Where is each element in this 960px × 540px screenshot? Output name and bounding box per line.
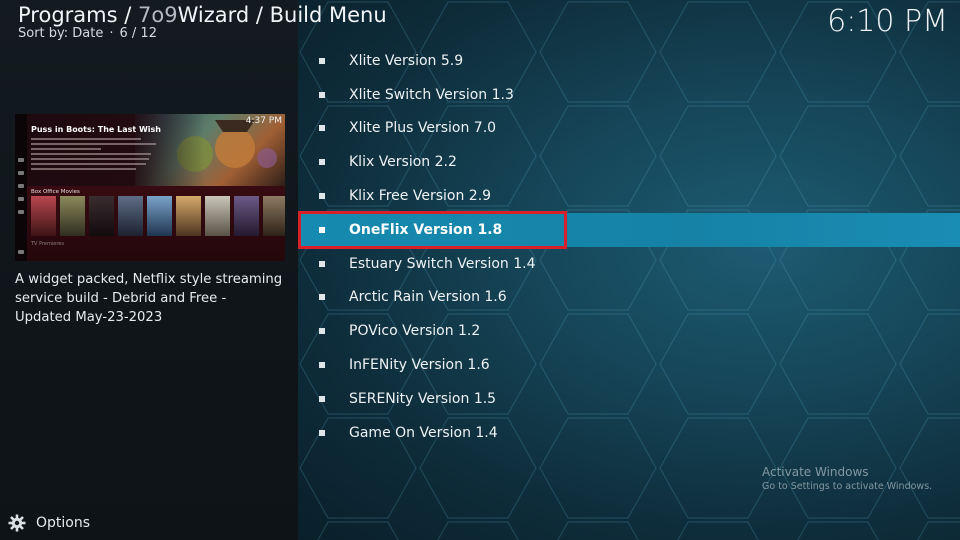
bullet-icon: [319, 57, 325, 64]
build-list: Xlite Version 5.9 Xlite Switch Version 1…: [298, 44, 960, 450]
thumbnail-title: Puss in Boots: The Last Wish: [31, 125, 162, 134]
build-item-oneflix[interactable]: OneFlix Version 1.8: [298, 210, 960, 249]
thumbnail-text-lines: [31, 138, 156, 173]
build-item-label: Game On Version 1.4: [349, 424, 498, 441]
thumbnail-sidebar: [15, 114, 27, 261]
build-item-klix[interactable]: Klix Version 2.2: [298, 145, 960, 179]
build-preview-thumbnail: Puss in Boots: The Last Wish 4:37 PM Box…: [15, 114, 285, 261]
thumbnail-poster-row: [31, 196, 285, 236]
build-item-label: Arctic Rain Version 1.6: [349, 289, 507, 306]
options-button[interactable]: Options: [8, 514, 90, 532]
item-position: 6 / 12: [119, 26, 157, 41]
bullet-icon: [319, 429, 325, 436]
thumbnail-section-title: Box Office Movies: [31, 189, 80, 195]
bullet-icon: [319, 362, 325, 369]
build-item-label: Estuary Switch Version 1.4: [349, 255, 536, 272]
breadcrumb-prefix: Programs /: [18, 3, 132, 27]
sort-label: Sort by: Date: [18, 26, 104, 41]
sort-info: Sort by: Date · 6 / 12: [18, 26, 157, 41]
breadcrumb-suffix: Wizard / Build Menu: [177, 3, 387, 27]
bullet-icon: [319, 91, 325, 98]
thumbnail-clock: 4:37 PM: [245, 116, 282, 126]
kodi-screen: Programs / 7o9Wizard / Build Menu Sort b…: [0, 0, 960, 540]
build-item-klix-free[interactable]: Klix Free Version 2.9: [298, 179, 960, 213]
bullet-icon: [319, 395, 325, 402]
build-item-label: Xlite Switch Version 1.3: [349, 86, 514, 103]
build-item-label: POVico Version 1.2: [349, 323, 481, 340]
build-item-label: Klix Version 2.2: [349, 154, 457, 171]
build-item-infenity[interactable]: InFENity Version 1.6: [298, 348, 960, 382]
build-item-xlite[interactable]: Xlite Version 5.9: [298, 44, 960, 78]
build-item-xlite-switch[interactable]: Xlite Switch Version 1.3: [298, 78, 960, 112]
bullet-icon: [319, 260, 325, 267]
build-item-xlite-plus[interactable]: Xlite Plus Version 7.0: [298, 112, 960, 146]
bullet-icon: [319, 193, 325, 200]
build-item-label: SERENity Version 1.5: [349, 390, 497, 407]
build-item-povico[interactable]: POVico Version 1.2: [298, 314, 960, 348]
breadcrumb-addon: 7o9: [137, 3, 178, 27]
watermark-subtitle: Go to Settings to activate Windows.: [762, 481, 933, 492]
bullet-icon: [319, 125, 325, 132]
build-item-arctic-rain[interactable]: Arctic Rain Version 1.6: [298, 281, 960, 315]
build-item-game-on[interactable]: Game On Version 1.4: [298, 416, 960, 450]
build-item-serenity[interactable]: SERENity Version 1.5: [298, 382, 960, 416]
bullet-icon: [319, 294, 325, 301]
page-title: Programs / 7o9Wizard / Build Menu: [18, 3, 387, 27]
options-label: Options: [36, 515, 91, 531]
build-item-label: Xlite Plus Version 7.0: [349, 120, 497, 137]
selection-highlight-box: [298, 210, 567, 249]
clock: 6:10 PM: [827, 4, 948, 39]
activation-watermark: Activate Windows Go to Settings to activ…: [762, 465, 932, 492]
build-item-estuary-switch[interactable]: Estuary Switch Version 1.4: [298, 247, 960, 281]
watermark-title: Activate Windows: [762, 465, 869, 479]
build-description: A widget packed, Netflix style streaming…: [15, 272, 283, 325]
build-item-label: Xlite Version 5.9: [349, 52, 464, 69]
build-item-label: Klix Free Version 2.9: [349, 188, 492, 205]
bullet-icon: [319, 159, 325, 166]
gear-icon: [8, 514, 26, 532]
thumbnail-footer: TV Premieres: [31, 241, 64, 247]
build-item-label: InFENity Version 1.6: [349, 357, 490, 374]
bullet-icon: [319, 328, 325, 335]
